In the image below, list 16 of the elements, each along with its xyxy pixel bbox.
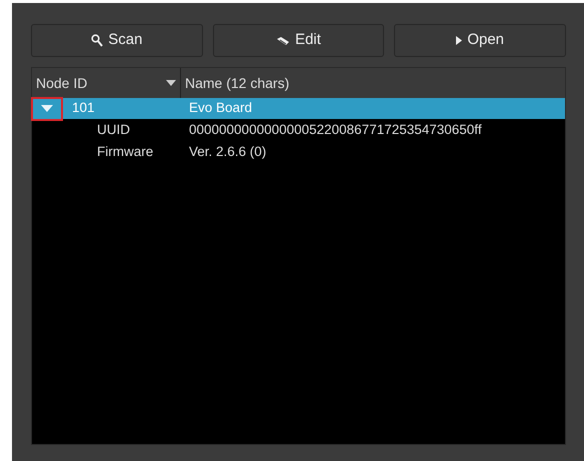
- caret-icon: [41, 104, 53, 112]
- toolbar-button[interactable]: Scan: [31, 24, 203, 57]
- sort-icon[interactable]: [166, 80, 176, 86]
- property-label: Firmware: [97, 142, 154, 161]
- column-header[interactable]: Name (12 chars): [181, 68, 294, 98]
- edit-icon: [276, 36, 290, 46]
- search-icon: [91, 34, 104, 47]
- toolbar-button[interactable]: Open: [394, 24, 566, 57]
- property-value: Ver. 2.6.6 (0): [188, 142, 266, 161]
- toolbar-button[interactable]: Edit: [212, 24, 384, 57]
- property-value: 00000000000000005220086771725354730650ff: [188, 120, 482, 139]
- play-icon: [456, 36, 462, 45]
- node-name: Evo Board: [188, 99, 252, 118]
- node-id: 101: [72, 99, 95, 118]
- property-label: UUID: [97, 120, 130, 139]
- expand-toggle[interactable]: [32, 98, 62, 120]
